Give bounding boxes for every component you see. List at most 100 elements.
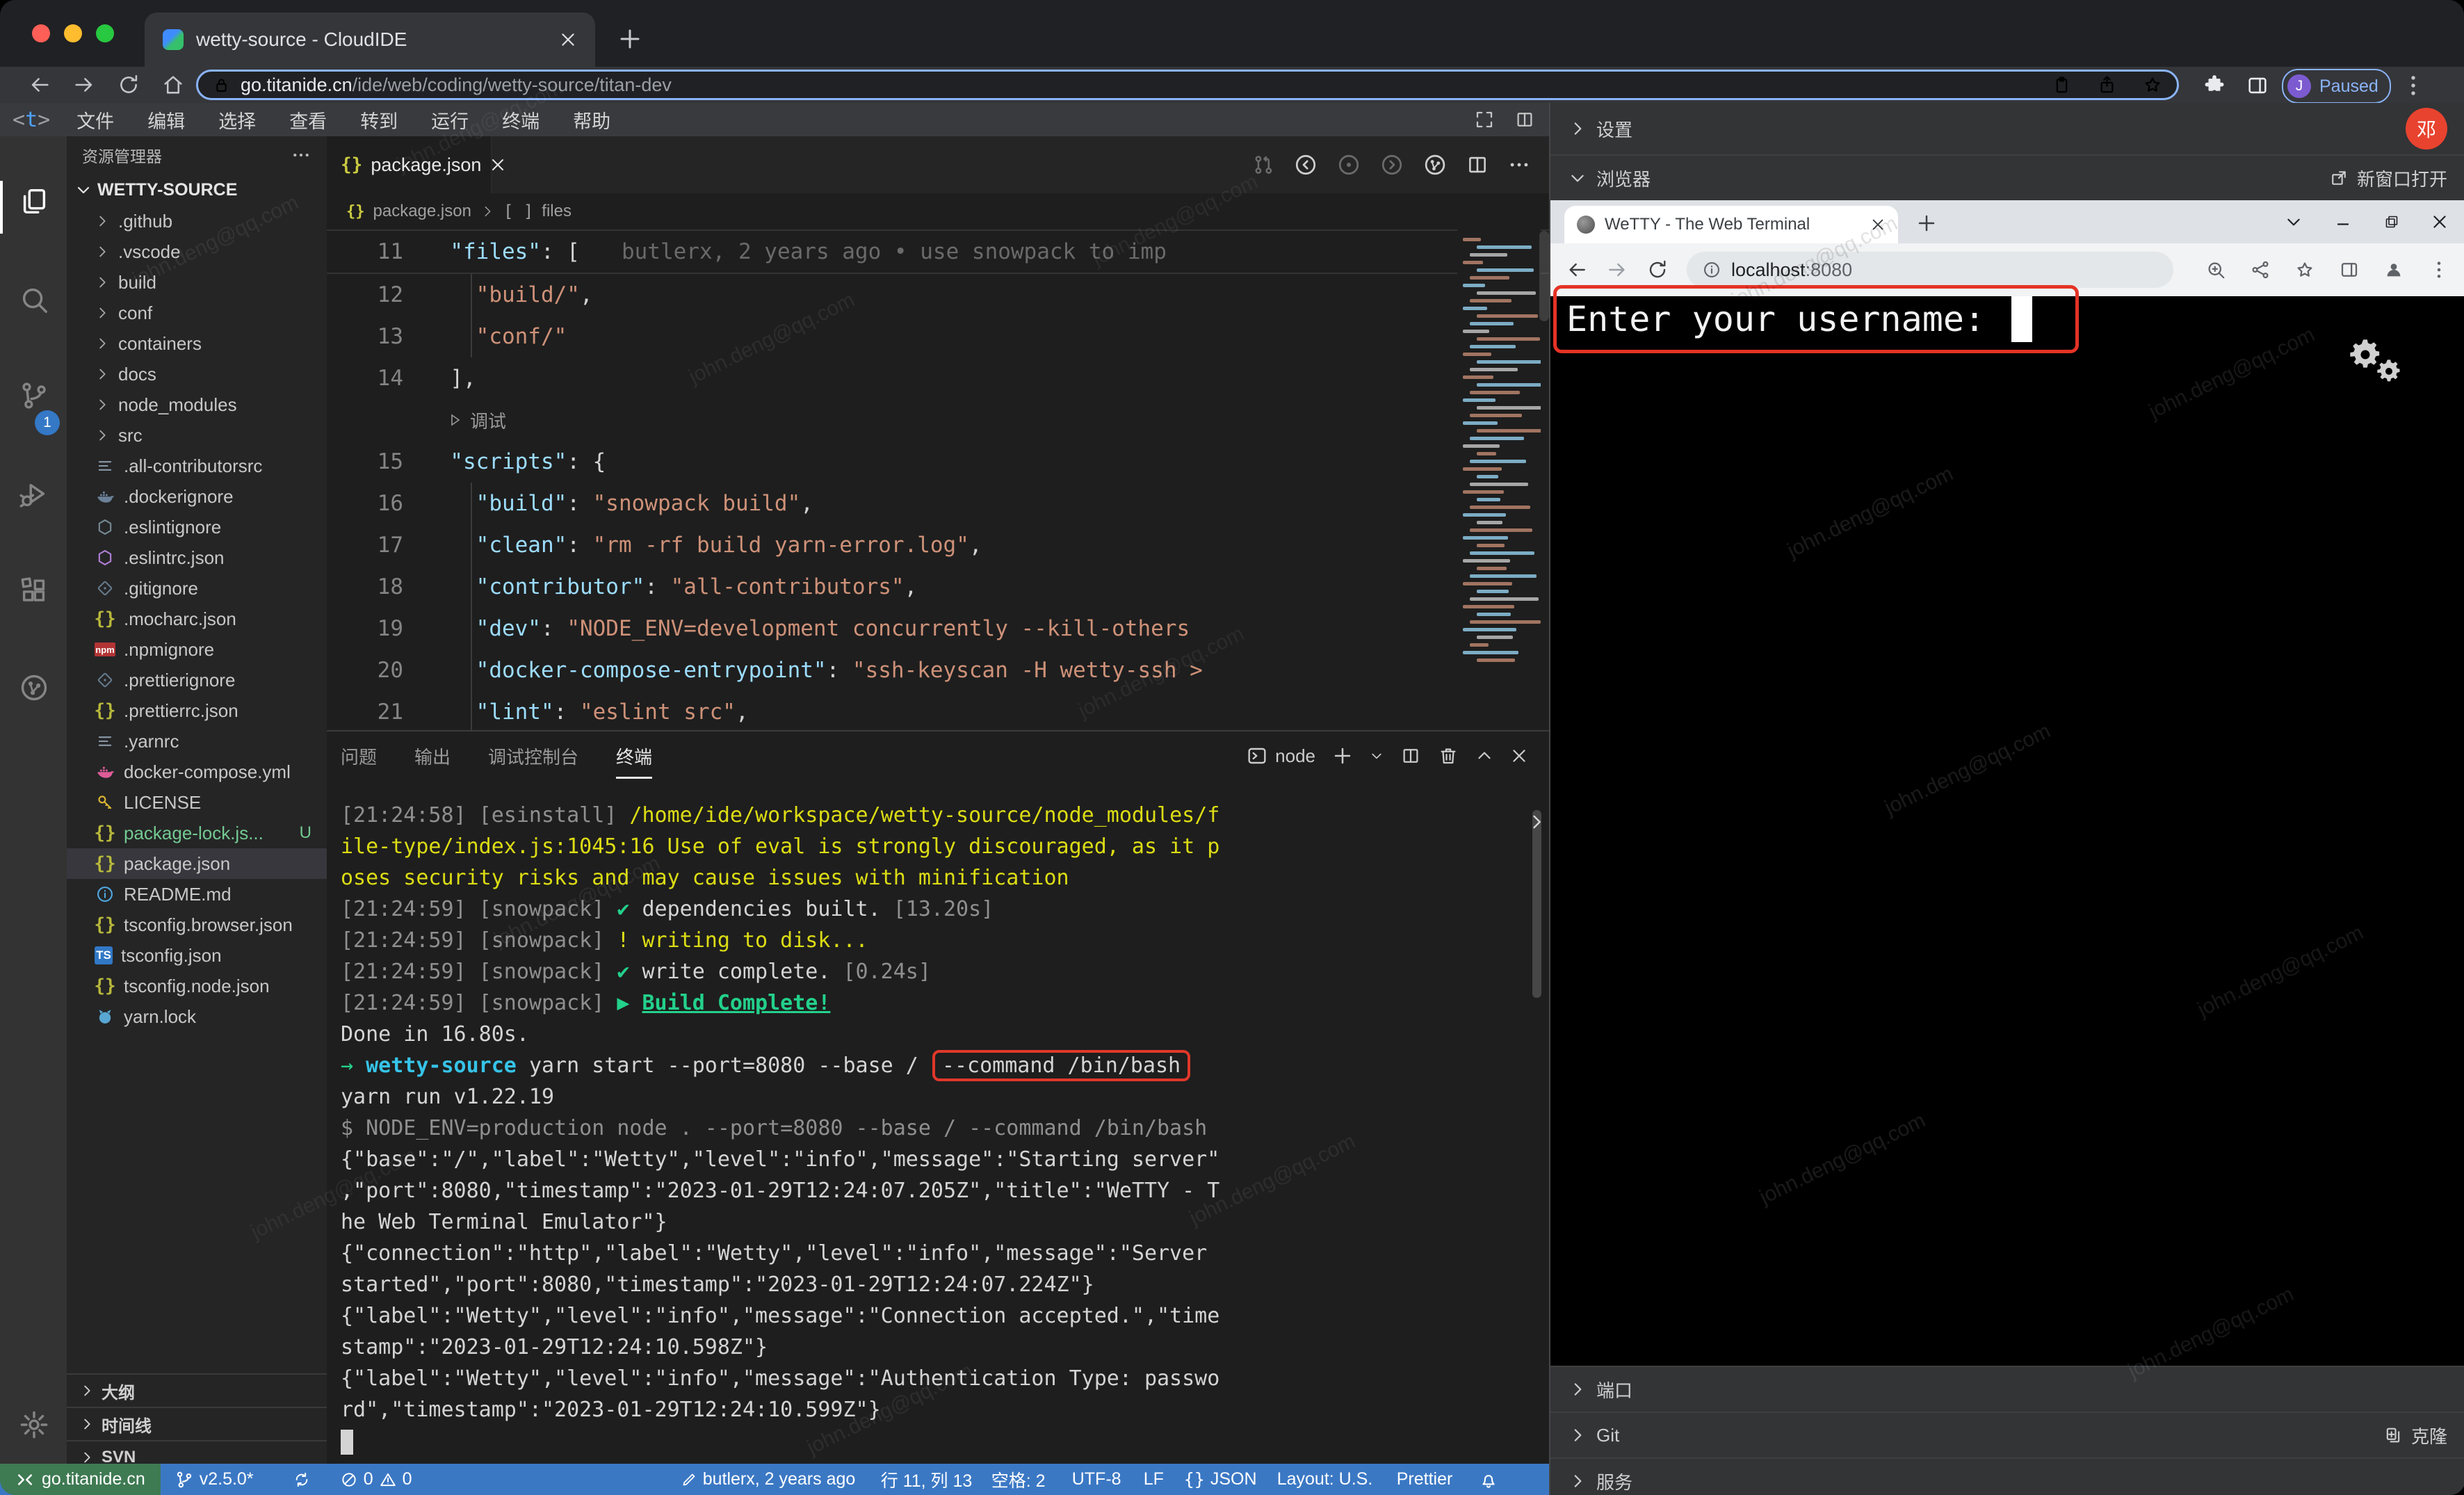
menu-0[interactable]: 文件 xyxy=(60,106,131,134)
code-line-11[interactable]: 11 "files": [butlerx, 2 years ago • use … xyxy=(327,229,1549,274)
section-ports[interactable]: 端口 xyxy=(1550,1366,2464,1412)
run-debug-icon[interactable] xyxy=(18,478,50,510)
code-line-21[interactable]: 21 "lint": "eslint src", xyxy=(327,691,1549,730)
open-changes-icon[interactable] xyxy=(1423,152,1448,177)
panel-expand-chevron-icon[interactable] xyxy=(1527,812,1546,832)
file-.mocharc.json[interactable]: {}.mocharc.json xyxy=(67,604,327,634)
status-notifications-bell[interactable] xyxy=(1479,1464,1498,1495)
wetty-browser-tab[interactable]: WeTTY - The Web Terminal xyxy=(1564,206,1898,243)
close-panel-icon[interactable] xyxy=(1510,747,1528,765)
file-yarn.lock[interactable]: yarn.lock xyxy=(67,1001,327,1032)
window-close-button[interactable] xyxy=(32,24,50,42)
section-settings[interactable]: 设置 邓 xyxy=(1550,103,2464,154)
panel-tab-终端[interactable]: 终端 xyxy=(616,743,652,769)
pull-request-icon[interactable] xyxy=(1251,153,1275,177)
chevron-down-icon[interactable] xyxy=(2285,213,2303,231)
status-branch[interactable]: v2.5.0* xyxy=(175,1464,254,1495)
file-tsconfig.json[interactable]: TStsconfig.json xyxy=(67,940,327,971)
editor-scrollbar[interactable] xyxy=(1539,231,1549,321)
folder-node_modules[interactable]: node_modules xyxy=(67,389,327,420)
explorer-more-icon[interactable] xyxy=(291,145,311,165)
side-panel-icon[interactable] xyxy=(2339,259,2360,280)
file-.all-contributorsrc[interactable]: .all-contributorsrc xyxy=(67,451,327,481)
open-new-window-label[interactable]: 新窗口打开 xyxy=(2357,165,2447,191)
file-.yarnrc[interactable]: .yarnrc xyxy=(67,726,327,757)
code-editor[interactable]: 11 "files": [butlerx, 2 years ago • use … xyxy=(327,229,1549,730)
code-line-15[interactable]: 15 "scripts": { xyxy=(327,441,1549,483)
search-icon[interactable] xyxy=(18,284,50,316)
remote-explorer-icon[interactable] xyxy=(18,672,50,704)
menu-7[interactable]: 帮助 xyxy=(556,106,627,134)
file-package-lock.js...[interactable]: {}package-lock.js...U xyxy=(67,818,327,848)
code-line-18[interactable]: 18 "contributor": "all-contributors", xyxy=(327,566,1549,608)
editor-tab-close-icon[interactable] xyxy=(489,156,506,173)
window-zoom-button[interactable] xyxy=(96,24,114,42)
window-minimize-button[interactable] xyxy=(64,24,82,42)
zoom-icon[interactable] xyxy=(2205,259,2226,280)
bookmark-star-icon[interactable] xyxy=(2294,259,2315,280)
folder-docs[interactable]: docs xyxy=(67,359,327,389)
file-tsconfig.node.json[interactable]: {}tsconfig.node.json xyxy=(67,971,327,1001)
code-line-14[interactable]: 14 ], xyxy=(327,357,1549,399)
status-problems[interactable]: 00 xyxy=(340,1464,412,1495)
explorer-icon[interactable] xyxy=(18,185,50,217)
breadcrumb[interactable]: {} package.json [ ] files xyxy=(327,193,1549,229)
menu-6[interactable]: 终端 xyxy=(485,106,556,134)
wetty-tab-close-icon[interactable] xyxy=(1870,217,1886,232)
menu-3[interactable]: 查看 xyxy=(273,106,343,134)
embedded-address-bar[interactable]: localhost:8080 xyxy=(1687,252,2173,288)
bookmark-star-icon[interactable] xyxy=(2142,74,2163,95)
split-terminal-icon[interactable] xyxy=(1400,745,1421,766)
share-icon[interactable] xyxy=(2250,259,2271,280)
extensions-icon[interactable] xyxy=(18,574,50,606)
reload-icon[interactable] xyxy=(1646,259,1669,281)
file-.npmignore[interactable]: npm.npmignore xyxy=(67,634,327,665)
terminal-scrollbar[interactable] xyxy=(1532,810,1541,998)
previous-change-icon[interactable] xyxy=(1293,152,1318,177)
folder-build[interactable]: build xyxy=(67,267,327,298)
browser-sidepanel-icon[interactable] xyxy=(2246,74,2269,97)
wetty-settings-gears-icon[interactable] xyxy=(2347,337,2383,373)
menu-dots-icon[interactable] xyxy=(2428,259,2450,281)
new-tab-button[interactable] xyxy=(617,26,642,51)
reload-icon[interactable] xyxy=(117,73,140,97)
restore-window-icon[interactable] xyxy=(2383,213,2400,230)
forward-icon[interactable] xyxy=(1606,259,1628,281)
extensions-puzzle-icon[interactable] xyxy=(2203,74,2226,97)
code-line-20[interactable]: 20 "docker-compose-entrypoint": "ssh-key… xyxy=(327,649,1549,691)
split-editor-icon[interactable] xyxy=(1466,153,1489,177)
file-LICENSE[interactable]: LICENSE xyxy=(67,787,327,818)
status-cursor-position[interactable]: 行 11, 列 13 xyxy=(881,1464,973,1495)
section-git[interactable]: Git 克隆 xyxy=(1550,1412,2464,1457)
folder-src[interactable]: src xyxy=(67,420,327,451)
kill-terminal-icon[interactable] xyxy=(1438,745,1459,766)
browser-tab[interactable]: wetty-source - CloudIDE xyxy=(145,13,595,67)
status-indentation[interactable]: 空格: 2 xyxy=(991,1464,1046,1495)
file-.dockerignore[interactable]: .dockerignore xyxy=(67,481,327,512)
terminal-output[interactable]: [21:24:58] [esinstall] /home/ide/workspa… xyxy=(327,790,1219,1457)
browser-profile[interactable]: J Paused xyxy=(2282,69,2391,104)
menu-2[interactable]: 选择 xyxy=(202,106,273,134)
embedded-new-tab-icon[interactable] xyxy=(1916,213,1937,234)
source-control-icon[interactable] xyxy=(18,380,50,412)
file-.eslintignore[interactable]: .eslintignore xyxy=(67,512,327,542)
editor-tab-package-json[interactable]: {} package.json xyxy=(327,136,492,193)
code-line-16[interactable]: 16 "build": "snowpack build", xyxy=(327,483,1549,524)
file-.prettierrc.json[interactable]: {}.prettierrc.json xyxy=(67,695,327,726)
codelens-debug[interactable]: 调试 xyxy=(327,399,1549,441)
menu-4[interactable]: 转到 xyxy=(343,106,414,134)
clone-button[interactable]: 克隆 xyxy=(2411,1423,2447,1448)
maximize-panel-icon[interactable] xyxy=(1475,747,1493,765)
tab-close-icon[interactable] xyxy=(559,31,577,49)
file-.prettierignore[interactable]: .prettierignore xyxy=(67,665,327,695)
minimize-icon[interactable] xyxy=(2333,212,2353,232)
code-line-17[interactable]: 17 "clean": "rm -rf build yarn-error.log… xyxy=(327,524,1549,566)
menu-5[interactable]: 运行 xyxy=(414,106,485,134)
code-line-19[interactable]: 19 "dev": "NODE_ENV=development concurre… xyxy=(327,608,1549,649)
sidebar-section-时间线[interactable]: 时间线 xyxy=(67,1407,327,1440)
status-encoding[interactable]: UTF-8 xyxy=(1072,1464,1121,1495)
menu-1[interactable]: 编辑 xyxy=(131,106,202,134)
next-change-icon[interactable] xyxy=(1379,152,1404,177)
status-eol[interactable]: LF xyxy=(1144,1464,1164,1495)
home-icon[interactable] xyxy=(161,73,185,97)
